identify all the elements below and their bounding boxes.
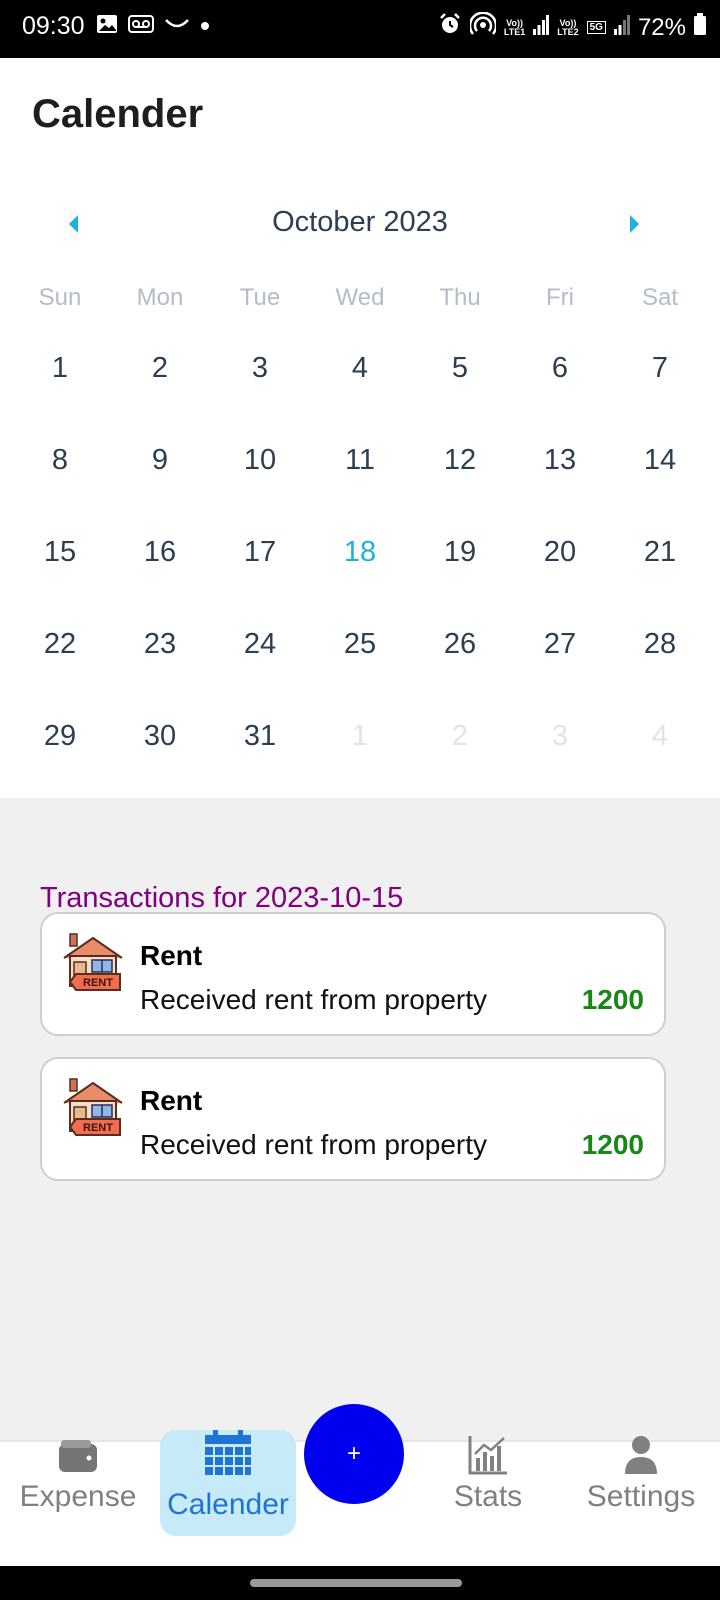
nav-item-calender[interactable]: Calender (160, 1430, 296, 1536)
day-cell[interactable]: 4 (310, 340, 410, 432)
voicemail-icon (128, 14, 154, 39)
day-cell[interactable]: 30 (110, 708, 210, 800)
day-cell[interactable]: 3 (210, 340, 310, 432)
sim1-label: Vo)) LTE1 (503, 17, 526, 37)
day-cell[interactable]: 31 (210, 708, 310, 800)
status-bar: 09:30 Vo)) LTE1 Vo)) LTE2 5G 72% (0, 0, 720, 58)
day-cell[interactable]: 23 (110, 616, 210, 708)
day-cell[interactable]: 26 (410, 616, 510, 708)
person-icon (623, 1434, 659, 1481)
house-rent-icon: RENT (62, 932, 124, 994)
day-cell[interactable]: 13 (510, 432, 610, 524)
sim2-label: Vo)) LTE2 (557, 17, 579, 37)
weekday-row: Sun Mon Tue Wed Thu Fri Sat (10, 284, 710, 312)
status-left-icons (96, 14, 210, 39)
status-right-icons: Vo)) LTE1 Vo)) LTE2 5G 72% (438, 11, 706, 43)
wallet-icon (57, 1438, 99, 1479)
day-cell[interactable]: 11 (310, 432, 410, 524)
weekday-label: Wed (335, 284, 385, 311)
home-gesture-bar[interactable] (250, 1579, 462, 1587)
day-cell[interactable]: 10 (210, 432, 310, 524)
svg-text:RENT: RENT (83, 1122, 113, 1134)
day-cell[interactable]: 27 (510, 616, 610, 708)
day-cell[interactable]: 29 (10, 708, 110, 800)
calendar: October 2023 Sun Mon Tue Wed Thu Fri Sat 12345… (0, 172, 720, 798)
weekday-label: Thu (439, 284, 481, 311)
day-cell[interactable]: 7 (610, 340, 710, 432)
transaction-description: Received rent from property (140, 1129, 488, 1160)
add-transaction-button[interactable]: + (304, 1404, 404, 1504)
transactions-title: Transactions for 2023-10-15 (40, 882, 404, 914)
month-label: October 2023 (272, 206, 448, 238)
day-cell[interactable]: 17 (210, 524, 310, 616)
transaction-amount: 1200 (581, 1129, 644, 1160)
day-cell[interactable]: 14 (610, 432, 710, 524)
notification-dot-icon (200, 18, 210, 36)
transaction-card[interactable]: RENT Rent Received rent from property 12… (40, 1057, 666, 1181)
day-cell[interactable]: 20 (510, 524, 610, 616)
smile-arc-icon (164, 16, 190, 37)
day-cell[interactable]: 8 (10, 432, 110, 524)
app-bar: Calender (0, 58, 720, 173)
alarm-icon (438, 12, 462, 43)
battery-icon (694, 13, 706, 42)
day-cell[interactable]: 6 (510, 340, 610, 432)
transaction-name: Rent (140, 940, 203, 971)
network-5g-badge: 5G (586, 21, 606, 34)
status-time: 09:30 (22, 12, 85, 40)
day-cell[interactable]: 22 (10, 616, 110, 708)
calendar-icon (203, 1430, 253, 1485)
weekday-label: Sun (38, 284, 82, 311)
day-cell[interactable]: 24 (210, 616, 310, 708)
house-rent-icon: RENT (62, 1077, 124, 1139)
day-cell[interactable]: 16 (110, 524, 210, 616)
transaction-name: Rent (140, 1085, 203, 1116)
day-cell[interactable]: 4 (610, 708, 710, 800)
svg-text:RENT: RENT (83, 977, 113, 989)
day-cell[interactable]: 21 (610, 524, 710, 616)
signal2-icon (613, 14, 630, 42)
nav-item-stats[interactable]: Stats (418, 1436, 558, 1566)
day-cell[interactable]: 1 (10, 340, 110, 432)
transaction-card[interactable]: RENT Rent Received rent from property 12… (40, 912, 666, 1036)
nav-item-settings[interactable]: Settings (566, 1436, 716, 1566)
day-cell[interactable]: 12 (410, 432, 510, 524)
hotspot-icon (468, 11, 498, 43)
day-cell[interactable]: 25 (310, 616, 410, 708)
weekday-label: Fri (546, 284, 574, 311)
bar-chart-icon (467, 1434, 509, 1481)
day-cell[interactable]: 15 (10, 524, 110, 616)
day-cell[interactable]: 5 (410, 340, 510, 432)
nav-item-expense[interactable]: Expense (8, 1440, 148, 1566)
caret-right-icon (630, 215, 639, 233)
weekday-label: Sat (641, 284, 679, 311)
calendar-header: October 2023 (0, 202, 720, 246)
weekday-label: Mon (136, 284, 184, 311)
transaction-amount: 1200 (581, 984, 644, 1015)
nav-label-settings: Settings (586, 1480, 696, 1513)
day-cell[interactable]: 9 (110, 432, 210, 524)
day-cell[interactable]: 1 (310, 708, 410, 800)
nav-label-stats: Stats (453, 1480, 523, 1513)
weekday-label: Tue (239, 284, 281, 311)
plus-icon: + (346, 1440, 361, 1467)
signal1-icon (533, 14, 550, 42)
day-cell[interactable]: 2 (410, 708, 510, 800)
day-cell[interactable]: 3 (510, 708, 610, 800)
nav-label-expense: Expense (19, 1480, 137, 1513)
next-month-button[interactable] (624, 212, 644, 236)
day-cell-today[interactable]: 18 (310, 524, 410, 616)
gallery-icon (96, 14, 118, 39)
transaction-description: Received rent from property (140, 984, 488, 1015)
nav-label-calender: Calender (167, 1488, 289, 1521)
days-grid: 1 2 3 4 5 6 7 8 9 10 11 12 13 14 15 16 17 18 19 20 21 22 23 24 2… (10, 340, 710, 800)
day-cell[interactable]: 28 (610, 616, 710, 708)
page-title: Calender (32, 92, 204, 136)
battery-percent: 72% (637, 13, 686, 41)
day-cell[interactable]: 19 (410, 524, 510, 616)
system-nav-bar (0, 1566, 720, 1600)
day-cell[interactable]: 2 (110, 340, 210, 432)
